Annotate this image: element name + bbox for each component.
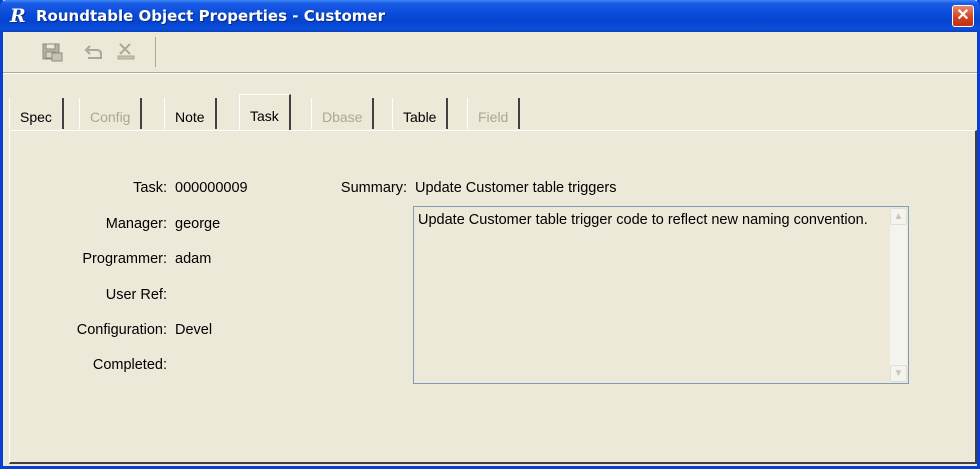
toolbar	[7, 37, 156, 67]
close-button[interactable]: ✕	[952, 5, 974, 27]
manager-value: george	[175, 216, 221, 232]
tab-field[interactable]: Field	[467, 98, 521, 129]
task-value: 000000009	[175, 180, 248, 196]
description-scrollbar[interactable]: ▲ ▼	[890, 208, 907, 382]
tab-task[interactable]: Task	[239, 94, 291, 130]
undo-icon	[84, 45, 102, 59]
window-title: Roundtable Object Properties - Customer	[36, 7, 385, 25]
summary-value: Update Customer table triggers	[415, 180, 617, 196]
delete-icon	[117, 43, 135, 60]
description-text: Update Customer table trigger code to re…	[418, 212, 868, 228]
manager-label: Manager:	[105, 216, 167, 232]
tab-table[interactable]: Table	[392, 98, 449, 129]
delete-button[interactable]	[115, 41, 137, 63]
save-button[interactable]	[41, 41, 63, 63]
tab-dbase[interactable]: Dbase	[311, 98, 375, 129]
toolbar-separator	[3, 72, 977, 74]
tab-note[interactable]: Note	[164, 98, 217, 129]
configuration-value: Devel	[175, 322, 213, 338]
title-bar[interactable]: R Roundtable Object Properties - Custome…	[0, 0, 980, 32]
scroll-down-button[interactable]: ▼	[890, 365, 907, 382]
programmer-label: Programmer:	[82, 251, 167, 267]
properties-window: R Roundtable Object Properties - Custome…	[0, 0, 980, 469]
tab-config[interactable]: Config	[79, 98, 143, 129]
scroll-up-button[interactable]: ▲	[890, 208, 907, 225]
configuration-label: Configuration:	[76, 322, 167, 338]
description-textarea[interactable]: Update Customer table trigger code to re…	[413, 206, 909, 384]
user-ref-label: User Ref:	[105, 287, 167, 303]
undo-button[interactable]	[83, 41, 105, 63]
tab-spec[interactable]: Spec	[9, 98, 64, 129]
completed-label: Completed:	[92, 357, 167, 373]
app-icon: R	[10, 5, 26, 27]
task-label: Task:	[133, 180, 167, 196]
save-icon	[42, 43, 63, 62]
summary-label: Summary:	[340, 180, 407, 196]
programmer-value: adam	[175, 251, 212, 267]
